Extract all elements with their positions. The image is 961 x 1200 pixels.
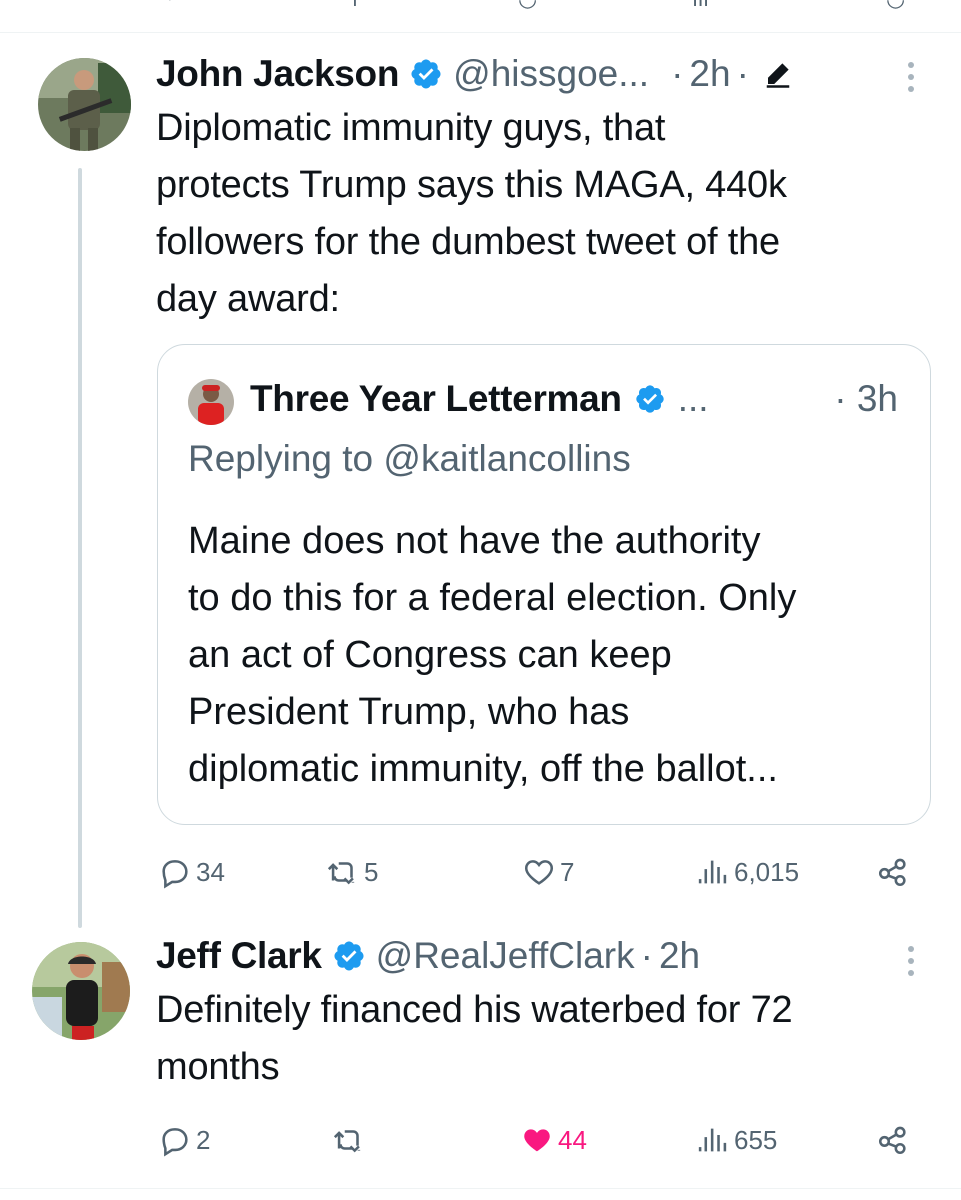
text-line: to do this for a federal election. Only [188,577,797,619]
reply-count: 34 [196,856,225,887]
author-name[interactable]: John Jackson [156,52,399,96]
text-line: President Trump, who has [188,691,630,733]
more-icon[interactable] [906,60,916,94]
tweet-header: John Jackson @hissgoe... · 2h · [156,52,793,96]
quoted-text: Maine does not have the authority to do … [188,513,918,798]
more-icon[interactable] [906,944,916,978]
reply-button[interactable]: 2 [158,1120,210,1160]
like-button[interactable]: 7 [522,852,574,892]
author-handle[interactable]: @RealJeffClark [376,934,635,978]
quoted-author-name: Three Year Letterman [250,378,622,419]
views-icon [698,860,727,884]
quoted-avatar [188,379,234,425]
text-line: an act of Congress can keep [188,634,672,676]
share-button[interactable] [876,1120,914,1160]
repost-icon [333,1130,361,1153]
share-icon[interactable]: ◡ [886,0,905,12]
edit-icon[interactable] [763,59,793,89]
repost-button[interactable]: 5 [326,852,378,892]
quoted-timestamp: · 3h [834,378,898,419]
verified-badge-icon [334,941,364,971]
separator: · [736,53,749,94]
tweet-header: Jeff Clark @RealJeffClark · 2h [156,934,700,978]
reply-icon[interactable]: ◝ [162,0,171,12]
share-button[interactable] [876,852,914,892]
text-line: protects Trump says this MAGA, 440k [156,164,787,206]
share-icon [878,1126,906,1155]
verified-badge-icon [636,385,664,413]
reply-icon [162,860,188,889]
repost-button[interactable] [332,1120,370,1160]
tweet-text: Definitely financed his waterbed for 72 … [156,982,793,1096]
text-line: Diplomatic immunity guys, that [156,107,666,149]
text-line: followers for the dumbest tweet of the [156,221,780,263]
reply-count: 2 [196,1124,211,1155]
thread-line [78,168,82,928]
avatar[interactable] [38,58,131,151]
like-filled-icon [524,1129,550,1152]
share-icon [878,858,906,887]
quoted-handle-truncated: ... [677,378,709,419]
avatar[interactable] [32,942,130,1040]
like-button[interactable]: 44 [520,1120,587,1160]
text-line: Definitely financed his waterbed for 72 [156,989,793,1031]
quoted-header: Three Year Letterman ... [250,377,709,421]
reply-icon [162,1128,188,1157]
repost-icon [327,862,355,885]
separator: · [640,935,653,976]
views-icon[interactable]: ılı [692,0,709,12]
text-line: diplomatic immunity, off the ballot... [188,748,778,790]
verified-badge-icon [411,59,441,89]
like-count: 7 [560,856,575,887]
timestamp[interactable]: 2h [659,934,700,978]
tweet-actions: 2 44 655 [156,1120,916,1160]
author-handle[interactable]: @hissgoe... [453,52,649,96]
author-name[interactable]: Jeff Clark [156,934,322,978]
views-count: 655 [734,1124,778,1155]
divider [0,1188,961,1189]
quoted-tweet[interactable]: Three Year Letterman ... · 3h Replying t… [157,344,931,825]
text-line: day award: [156,278,340,320]
divider [0,32,961,33]
reply-button[interactable]: 34 [158,852,225,892]
repost-count: 5 [364,856,379,887]
tweet-actions: 34 5 7 6,015 [156,852,916,892]
like-icon[interactable]: ◡ [518,0,537,12]
timestamp[interactable]: 2h [689,52,730,96]
like-icon [524,860,554,885]
separator: · [671,53,684,94]
previous-tweet-actions: ◝ ↰ ◡ ılı ◡ [150,0,930,11]
views-button[interactable]: 655 [696,1120,777,1160]
repost-icon[interactable]: ↰ [342,0,360,12]
replying-to: Replying to @kaitlancollins [188,438,631,479]
views-count: 6,015 [734,856,800,887]
text-line: months [156,1046,280,1088]
views-button[interactable]: 6,015 [696,852,799,892]
views-icon [698,1128,727,1152]
tweet-text: Diplomatic immunity guys, that protects … [156,100,787,328]
like-count: 44 [558,1124,587,1155]
text-line: Maine does not have the authority [188,520,761,562]
